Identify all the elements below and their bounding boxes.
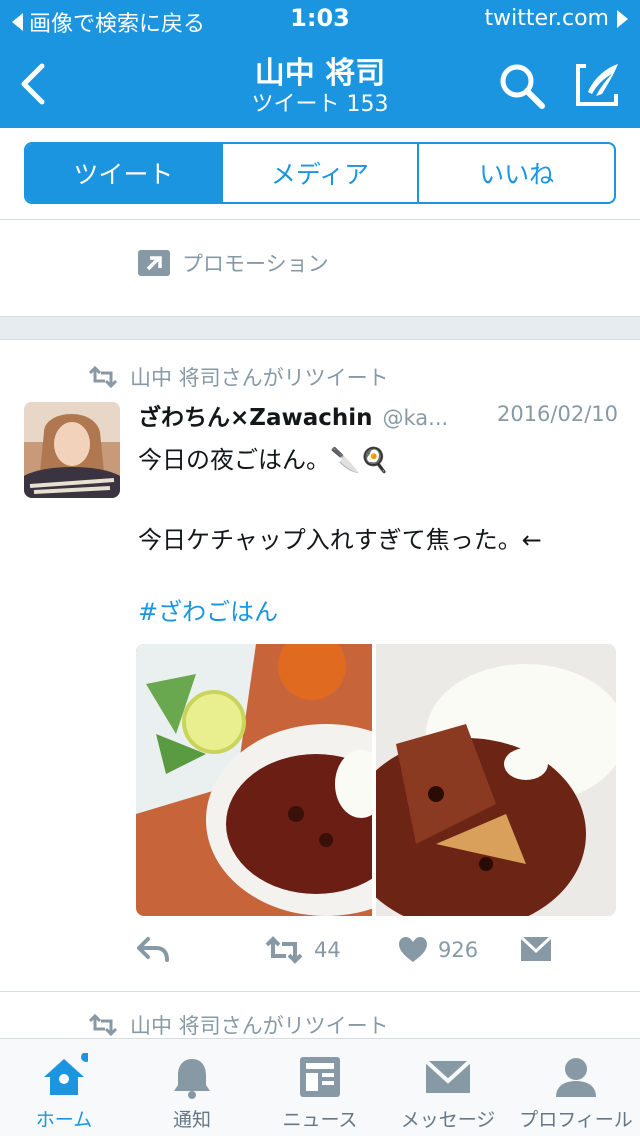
site-label: twitter.com bbox=[484, 6, 628, 31]
mail-icon bbox=[424, 1059, 472, 1093]
hashtag-link[interactable]: #ざわごはん bbox=[138, 592, 278, 627]
tab-profile[interactable]: プロフィール bbox=[512, 1039, 640, 1136]
segment-bar: ツイート メディア いいね bbox=[0, 128, 640, 220]
twitter-profile-screen: 画像で検索に戻る 1:03 twitter.com 山中 将司 ツイート 153… bbox=[0, 0, 640, 1136]
tab-media[interactable]: メディア bbox=[220, 144, 418, 202]
site-name: twitter.com bbox=[484, 6, 609, 31]
tab-likes[interactable]: いいね bbox=[417, 144, 614, 202]
tab-home[interactable]: ホーム bbox=[0, 1039, 128, 1136]
tweet-header: ざわちん×Zawachin @ka... 2016/02/10 bbox=[138, 398, 618, 434]
avatar[interactable] bbox=[24, 402, 120, 498]
retweet-context: 山中 将司さんがリツイート bbox=[88, 362, 389, 392]
retweet-icon bbox=[88, 1014, 118, 1036]
tab-home-label: ホーム bbox=[35, 1109, 93, 1131]
retweet-icon bbox=[265, 936, 303, 964]
retweeted-by-label: 山中 将司さんがリツイート bbox=[130, 366, 389, 390]
envelope-icon bbox=[520, 936, 552, 961]
tweet-text-line-1: 今日の夜ごはん。🔪🍳 bbox=[138, 446, 390, 474]
tab-notifications-label: 通知 bbox=[172, 1109, 211, 1131]
segmented-control: ツイート メディア いいね bbox=[24, 142, 616, 204]
tweet-media bbox=[136, 644, 616, 916]
search-icon[interactable] bbox=[498, 62, 546, 110]
author-name[interactable]: ざわちん×Zawachin bbox=[138, 398, 373, 432]
tweet-date[interactable]: 2016/02/10 bbox=[497, 402, 618, 426]
heart-icon bbox=[399, 937, 427, 962]
tweet-text-line-2: 今日ケチャップ入れすぎて焦った。← bbox=[138, 526, 542, 554]
home-icon bbox=[44, 1053, 88, 1095]
compose-icon[interactable] bbox=[572, 60, 622, 110]
promotion-row[interactable]: プロモーション bbox=[0, 220, 640, 316]
tab-news-label: ニュース bbox=[282, 1109, 358, 1131]
tab-news[interactable]: ニュース bbox=[256, 1039, 384, 1136]
media-photo-1[interactable] bbox=[136, 644, 372, 916]
retweet-count: 44 bbox=[314, 938, 341, 962]
tab-messages-label: メッセージ bbox=[400, 1109, 496, 1131]
retweeted-by-label: 山中 将司さんがリツイート bbox=[130, 1014, 389, 1038]
promotion-label-row: プロモーション bbox=[138, 248, 329, 278]
person-icon bbox=[556, 1058, 596, 1097]
reply-icon bbox=[137, 937, 169, 962]
header: 画像で検索に戻る 1:03 twitter.com 山中 将司 ツイート 153 bbox=[0, 0, 640, 128]
retweet-button[interactable]: 44 bbox=[264, 936, 341, 964]
media-photo-2[interactable] bbox=[376, 644, 616, 916]
promotion-label: プロモーション bbox=[182, 252, 329, 276]
next-tweet-retweet-context: 山中 将司さんがリツイート bbox=[88, 1010, 389, 1040]
news-icon bbox=[300, 1057, 340, 1097]
tab-tweets[interactable]: ツイート bbox=[26, 144, 221, 202]
bell-icon bbox=[174, 1059, 210, 1099]
direct-message-button[interactable] bbox=[520, 936, 552, 962]
bottom-tab-bar: ホーム 通知 ニュース メッセージ プロフィール bbox=[0, 1038, 640, 1136]
tweet-card[interactable]: 山中 将司さんがリツイート ざわちん×Zawachin @ka... 2016/… bbox=[0, 340, 640, 992]
retweet-icon bbox=[88, 366, 118, 388]
like-count: 926 bbox=[438, 938, 479, 962]
forward-triangle-icon bbox=[617, 9, 628, 28]
tab-notifications[interactable]: 通知 bbox=[128, 1039, 256, 1136]
section-divider bbox=[0, 316, 640, 340]
promoted-arrow-icon bbox=[138, 250, 170, 276]
tweet-actions: 44 926 bbox=[136, 936, 616, 976]
like-button[interactable]: 926 bbox=[398, 936, 478, 964]
author-handle[interactable]: @ka... bbox=[383, 406, 449, 430]
reply-button[interactable] bbox=[136, 936, 170, 962]
tab-messages[interactable]: メッセージ bbox=[384, 1039, 512, 1136]
status-bar: 画像で検索に戻る 1:03 twitter.com bbox=[0, 0, 640, 40]
tab-profile-label: プロフィール bbox=[519, 1109, 633, 1131]
